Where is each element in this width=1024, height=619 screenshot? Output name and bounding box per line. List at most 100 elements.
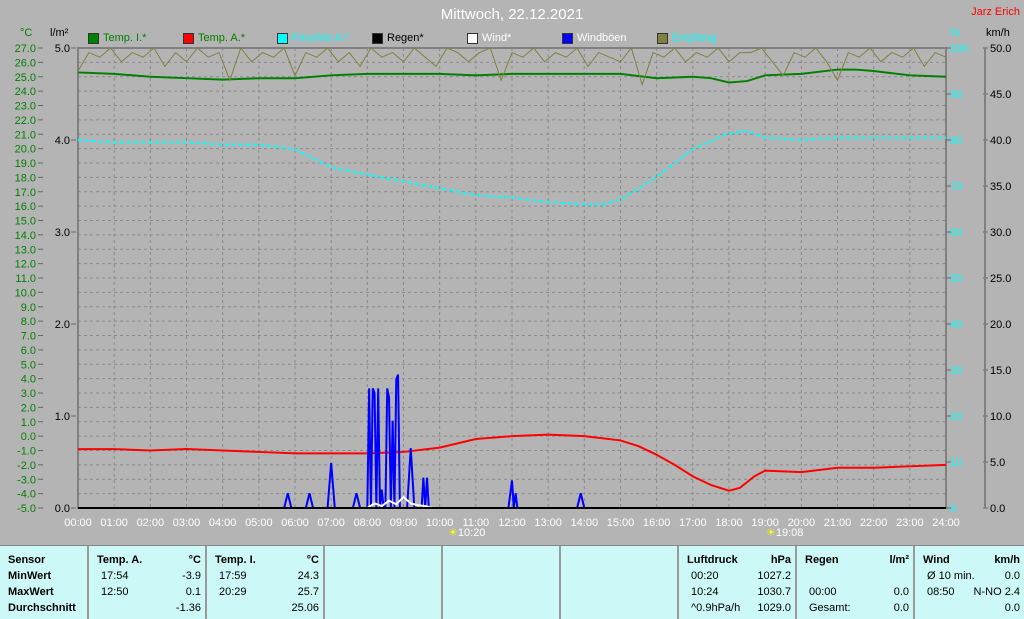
stat-value: 0.0 — [1004, 602, 1020, 614]
celsius-tick-label: 26.0 — [15, 57, 36, 69]
celsius-tick-label: 11.0 — [15, 273, 36, 285]
celsius-tick-label: 0.0 — [21, 431, 36, 443]
celsius-tick-label: 7.0 — [21, 331, 36, 343]
column-header: Regen — [805, 554, 839, 566]
x-tick-label: 08:00 — [354, 517, 382, 529]
percent-tick-label: 0 — [950, 503, 956, 515]
stat-time: Gesamt: — [809, 602, 851, 614]
celsius-tick-label: 27.0 — [15, 43, 36, 55]
celsius-tick-label: 15.0 — [15, 216, 36, 228]
percent-tick-label: 80 — [950, 135, 962, 147]
celsius-tick-label: 16.0 — [15, 201, 36, 213]
stats-wind-column: Wind km/h Ø 10 min. 0.0 08:50 N-NO 2.4 0.0 — [915, 546, 1024, 619]
avg-label: Durchschnitt — [8, 602, 76, 614]
sunset-marker: ☀19:08 — [766, 526, 803, 539]
stat-time — [923, 600, 927, 616]
x-tick-label: 01:00 — [100, 517, 128, 529]
stats-rain-column: Regen l/m² 00:00 0.0 Gesamt: 0.0 — [797, 546, 915, 619]
rain-tick-label: 5.0 — [55, 43, 70, 55]
sunrise-marker: ☀10:20 — [448, 526, 485, 539]
stat-time — [97, 600, 101, 616]
celsius-tick-label: 20.0 — [15, 144, 36, 156]
x-tick-label: 15:00 — [607, 517, 635, 529]
x-tick-label: 06:00 — [281, 517, 309, 529]
stat-value: 1029.0 — [757, 602, 791, 614]
column-unit: km/h — [994, 554, 1020, 566]
percent-tick-label: 70 — [950, 181, 962, 193]
x-tick-label: 12:00 — [498, 517, 526, 529]
stats-empty-column — [561, 546, 679, 619]
celsius-tick-label: 4.0 — [21, 374, 36, 386]
series-windböen — [283, 374, 588, 509]
weather-chart: 27.0 26.0 25.0 24.0 23.0 22.0 21.0 20.0 19.0 18.0… — [15, 43, 1012, 529]
speed-tick-label: 25.0 — [990, 273, 1011, 285]
celsius-tick-label: 13.0 — [15, 244, 36, 256]
celsius-tick-label: 1.0 — [21, 417, 36, 429]
speed-tick-label: 5.0 — [990, 457, 1005, 469]
stat-value: N-NO 2.4 — [973, 586, 1020, 598]
x-tick-label: 04:00 — [209, 517, 237, 529]
stat-value: 0.0 — [1004, 570, 1020, 582]
stat-time: Ø 10 min. — [927, 570, 975, 582]
sunset-time: 19:08 — [775, 527, 804, 539]
column-unit: l/m² — [889, 554, 909, 566]
celsius-tick-label: -5.0 — [17, 503, 36, 515]
stats-temp-a-column: Temp. A. °C 17:54 -3.9 12:50 0.1 -1.36 — [89, 546, 207, 619]
stat-value: 24.3 — [297, 570, 319, 582]
speed-tick-label: 20.0 — [990, 319, 1011, 331]
stat-time — [215, 600, 219, 616]
percent-tick-label: 20 — [950, 411, 962, 423]
celsius-tick-label: 22.0 — [15, 115, 36, 127]
stat-time — [805, 568, 809, 584]
x-tick-label: 05:00 — [245, 517, 273, 529]
celsius-tick-label: 25.0 — [15, 72, 36, 84]
stat-value: 25.06 — [291, 602, 319, 614]
speed-tick-label: 35.0 — [990, 181, 1011, 193]
rain-tick-label: 1.0 — [55, 411, 70, 423]
stat-time: 08:50 — [927, 586, 955, 598]
stat-value: 1030.7 — [757, 586, 791, 598]
x-tick-label: 18:00 — [715, 517, 743, 529]
stat-time: 12:50 — [101, 586, 129, 598]
celsius-tick-label: 19.0 — [15, 158, 36, 170]
stats-sensor-column: Sensor MinWert MaxWert Durchschnitt — [0, 546, 89, 619]
stat-value: 25.7 — [297, 586, 319, 598]
percent-tick-label: 30 — [950, 365, 962, 377]
celsius-tick-label: -4.0 — [17, 489, 36, 501]
x-tick-label: 00:00 — [64, 517, 92, 529]
x-tick-label: 23:00 — [896, 517, 924, 529]
celsius-tick-label: -3.0 — [17, 474, 36, 486]
celsius-tick-label: 3.0 — [21, 388, 36, 400]
celsius-tick-label: 8.0 — [21, 316, 36, 328]
stat-value: -3.9 — [182, 570, 201, 582]
sensor-header: Sensor — [8, 554, 46, 566]
percent-tick-label: 90 — [950, 89, 962, 101]
stat-value: 0.1 — [185, 586, 201, 598]
percent-tick-label: 100 — [950, 43, 968, 55]
stat-value: 0.0 — [893, 586, 909, 598]
stat-time: 20:29 — [219, 586, 247, 598]
rain-tick-label: 2.0 — [55, 319, 70, 331]
percent-tick-label: 10 — [950, 457, 962, 469]
stats-empty-column — [325, 546, 443, 619]
column-header: Wind — [923, 554, 950, 566]
sun-icon: ☀ — [448, 527, 458, 539]
sun-icon: ☀ — [766, 527, 776, 539]
speed-tick-label: 0.0 — [990, 503, 1005, 515]
stat-time: 17:54 — [101, 570, 129, 582]
column-unit: °C — [306, 554, 319, 566]
stats-empty-column — [443, 546, 561, 619]
celsius-tick-label: 21.0 — [15, 129, 36, 141]
stats-temp-i-column: Temp. I. °C 17:59 24.3 20:29 25.7 25.06 — [207, 546, 325, 619]
rain-tick-label: 4.0 — [55, 135, 70, 147]
statistics-panel: Sensor MinWert MaxWert Durchschnitt Temp… — [0, 545, 1024, 619]
celsius-tick-label: 23.0 — [15, 101, 36, 113]
x-tick-label: 17:00 — [679, 517, 707, 529]
speed-tick-label: 45.0 — [990, 89, 1011, 101]
x-tick-label: 03:00 — [173, 517, 201, 529]
percent-tick-label: 50 — [950, 273, 962, 285]
speed-tick-label: 30.0 — [990, 227, 1011, 239]
speed-tick-label: 10.0 — [990, 411, 1011, 423]
celsius-tick-label: 12.0 — [15, 259, 36, 271]
percent-tick-label: 40 — [950, 319, 962, 331]
